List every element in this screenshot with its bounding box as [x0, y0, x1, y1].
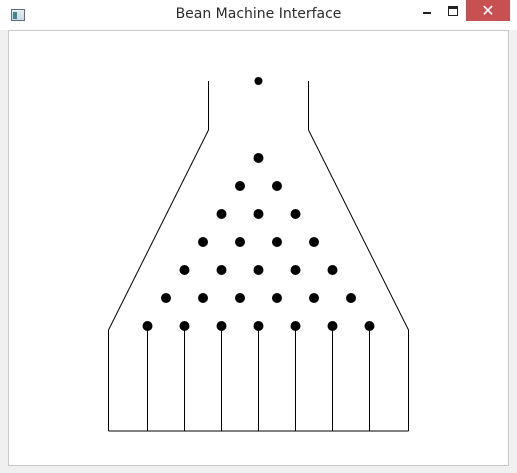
peg — [290, 321, 301, 331]
peg — [216, 265, 227, 275]
peg — [198, 237, 208, 247]
peg — [327, 265, 338, 275]
peg — [290, 265, 301, 275]
left-wall — [108, 81, 209, 431]
peg — [253, 265, 264, 275]
peg — [253, 209, 264, 219]
balls — [254, 77, 263, 85]
peg — [253, 321, 264, 331]
peg — [364, 321, 375, 331]
slot-dividers — [147, 326, 370, 431]
peg-grid — [142, 153, 375, 331]
peg — [272, 237, 282, 247]
peg — [272, 293, 282, 303]
peg — [272, 181, 282, 191]
peg — [235, 181, 245, 191]
peg — [216, 209, 227, 219]
peg — [327, 321, 338, 331]
peg — [309, 293, 319, 303]
peg — [142, 321, 153, 331]
peg — [309, 237, 319, 247]
peg — [235, 237, 245, 247]
ball — [254, 77, 263, 85]
peg — [179, 321, 190, 331]
peg — [253, 153, 264, 163]
app-window: Bean Machine Interface ✕ — [0, 0, 517, 473]
peg — [198, 293, 208, 303]
peg — [161, 293, 171, 303]
peg — [346, 293, 356, 303]
peg — [235, 293, 245, 303]
peg — [290, 209, 301, 219]
peg — [179, 265, 190, 275]
peg — [216, 321, 227, 331]
right-wall — [308, 81, 409, 431]
bean-machine-canvas — [108, 77, 409, 432]
